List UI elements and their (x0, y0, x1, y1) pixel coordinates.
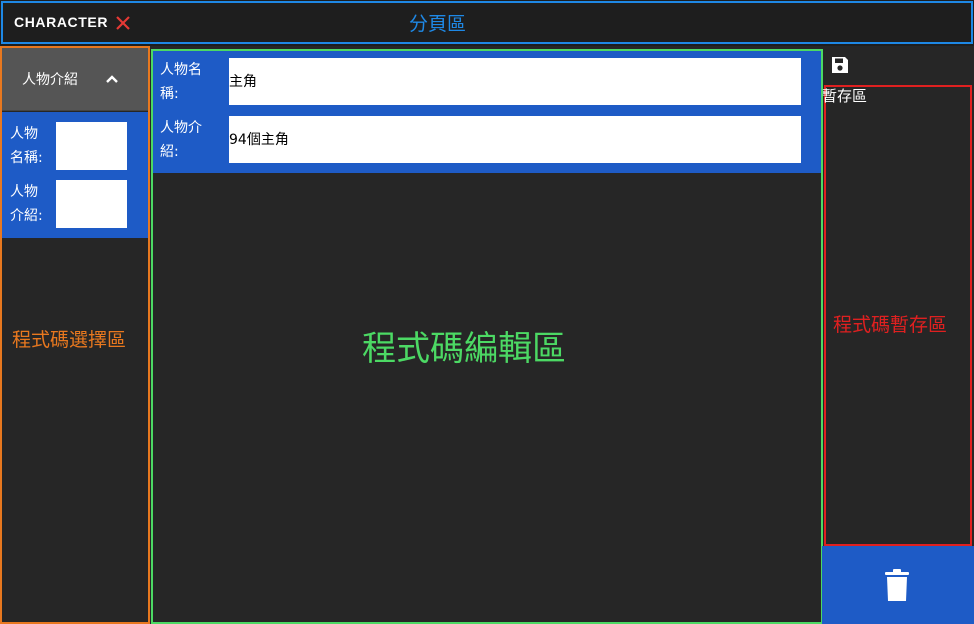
temp-area-header: 暫存區 (822, 87, 868, 105)
trash-icon[interactable] (885, 569, 909, 601)
tab-label[interactable]: CHARACTER (14, 14, 108, 30)
save-icon[interactable] (830, 55, 850, 75)
code-select-zone-label: 程式碼選擇區 (12, 329, 127, 351)
tab-zone-label: 分頁區 (409, 13, 467, 35)
code-temp-zone-label: 程式碼暫存區 (833, 314, 948, 336)
close-icon[interactable] (113, 13, 133, 33)
code-edit-zone-label: 程式碼編輯區 (362, 329, 566, 369)
tab-zone-outline (1, 1, 973, 44)
